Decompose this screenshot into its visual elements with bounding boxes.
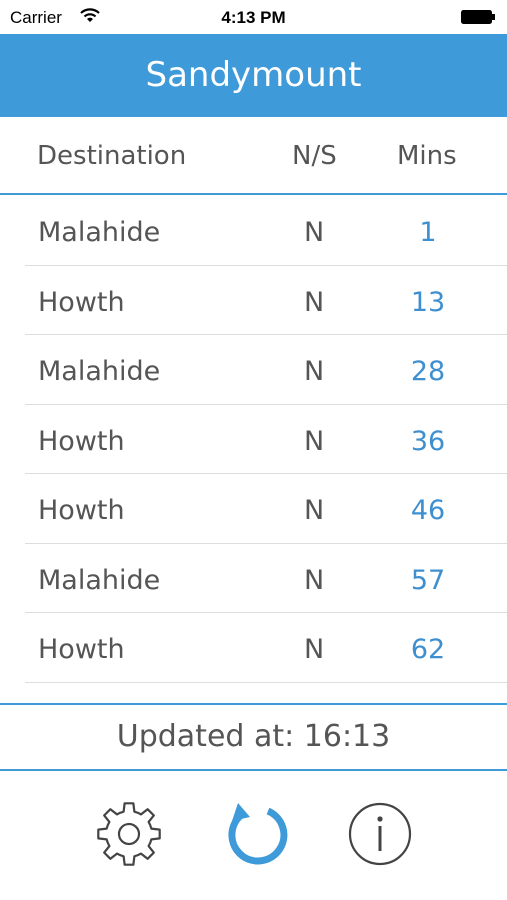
row-destination: Howth xyxy=(38,425,125,457)
row-minutes: 1 xyxy=(419,217,437,248)
row-direction: N xyxy=(304,564,325,596)
row-direction: N xyxy=(304,217,325,248)
departure-row[interactable]: Howth N 46 xyxy=(0,474,507,544)
row-minutes: 62 xyxy=(410,634,446,665)
row-direction: N xyxy=(304,286,325,318)
row-minutes: 13 xyxy=(410,286,446,318)
row-minutes: 46 xyxy=(410,495,446,526)
bottom-toolbar xyxy=(0,771,507,900)
refresh-icon xyxy=(228,803,288,865)
row-destination: Howth xyxy=(38,634,125,665)
row-minutes: 36 xyxy=(410,425,446,457)
row-destination: Howth xyxy=(38,286,125,318)
departure-row[interactable]: Malahide N 57 xyxy=(0,544,507,614)
column-destination: Destination xyxy=(37,141,187,171)
status-time: 4:13 PM xyxy=(221,8,286,27)
row-destination: Howth xyxy=(38,495,125,526)
row-destination: Malahide xyxy=(38,356,161,387)
row-direction: N xyxy=(304,356,325,387)
refresh-button[interactable] xyxy=(220,799,290,869)
departure-row[interactable]: Malahide N 28 xyxy=(0,335,507,405)
departure-row[interactable]: Howth N 62 xyxy=(0,613,507,683)
row-minutes: 57 xyxy=(410,564,446,596)
row-direction: N xyxy=(304,634,325,665)
column-minutes: Mins xyxy=(397,141,457,171)
battery-icon xyxy=(461,10,495,24)
row-direction: N xyxy=(304,495,325,526)
updated-status: Updated at: 16:13 xyxy=(0,703,507,771)
departure-row[interactable]: Malahide N 1 xyxy=(0,196,507,266)
status-bar: Carrier 4:13 PM xyxy=(0,0,507,34)
departures-list: Malahide N 1 Howth N 13 Malahide N 28 Ho… xyxy=(0,196,507,683)
gear-icon xyxy=(97,802,161,866)
page-title: Sandymount xyxy=(0,34,507,117)
column-direction: N/S xyxy=(292,141,337,171)
settings-button[interactable] xyxy=(94,799,164,869)
info-icon xyxy=(348,802,412,866)
row-destination: Malahide xyxy=(38,217,161,248)
departure-row[interactable]: Howth N 36 xyxy=(0,405,507,475)
column-header: Destination N/S Mins xyxy=(0,117,507,195)
row-destination: Malahide xyxy=(38,564,161,596)
row-minutes: 28 xyxy=(410,356,446,387)
departure-row[interactable]: Howth N 13 xyxy=(0,266,507,336)
info-button[interactable] xyxy=(345,799,415,869)
row-direction: N xyxy=(304,425,325,457)
